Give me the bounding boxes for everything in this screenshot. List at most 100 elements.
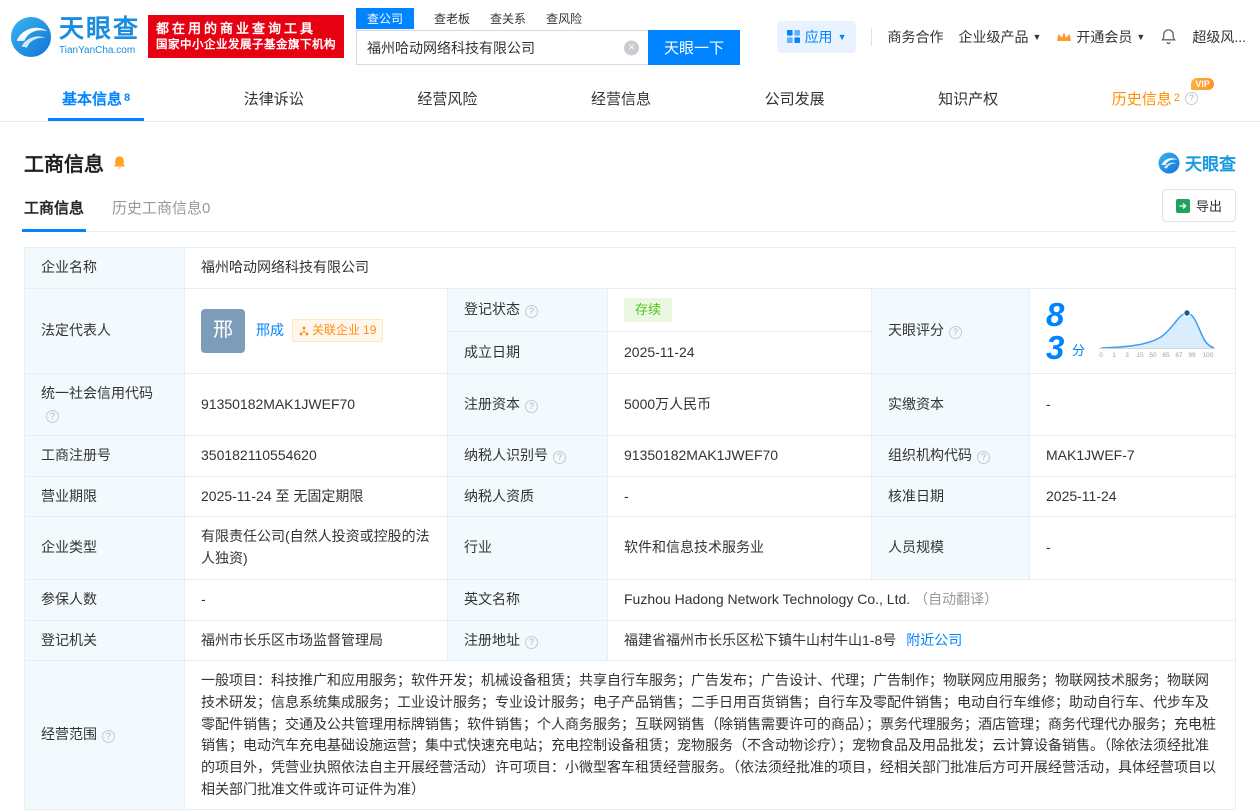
subtab-business-info[interactable]: 工商信息 bbox=[24, 197, 84, 218]
help-icon[interactable] bbox=[46, 410, 59, 423]
notice-bell-icon[interactable] bbox=[112, 155, 127, 170]
approval-date-label: 核准日期 bbox=[872, 476, 1030, 517]
slogan-badge: 都在用的商业查询工具 国家中小企业发展子基金旗下机构 bbox=[148, 15, 344, 58]
est-date-label: 成立日期 bbox=[448, 332, 608, 373]
brand-name: 天眼查 bbox=[59, 17, 140, 42]
table-row: 营业期限 2025-11-24 至 无固定期限 纳税人资质 - 核准日期 202… bbox=[25, 476, 1236, 517]
svg-text:99: 99 bbox=[1188, 352, 1196, 359]
reg-authority-value: 福州市长乐区市场监督管理局 bbox=[185, 620, 448, 661]
search-tab-relation[interactable]: 查关系 bbox=[490, 10, 526, 27]
svg-text:87: 87 bbox=[1175, 352, 1183, 359]
taxpayer-id-value: 91350182MAK1JWEF70 bbox=[608, 436, 872, 477]
export-button[interactable]: 导出 bbox=[1162, 189, 1236, 222]
staff-size-label: 人员规模 bbox=[872, 517, 1030, 579]
svg-text:15: 15 bbox=[1136, 352, 1144, 359]
chevron-down-icon: ▼ bbox=[838, 32, 847, 42]
search-input[interactable] bbox=[356, 30, 648, 65]
tab-legal-litigation[interactable]: 法律诉讼 bbox=[244, 75, 304, 121]
legal-rep-label: 法定代表人 bbox=[25, 288, 185, 373]
tab-basic-info-count: 8 bbox=[124, 92, 130, 104]
legal-rep-avatar[interactable]: 邢 bbox=[201, 309, 245, 353]
search-tab-company[interactable]: 查公司 bbox=[356, 8, 414, 29]
subtab-history-business-info[interactable]: 历史工商信息0 bbox=[112, 197, 210, 218]
score-value: 83 bbox=[1046, 298, 1068, 364]
help-icon[interactable] bbox=[977, 451, 990, 464]
nearby-companies-link[interactable]: 附近公司 bbox=[906, 632, 962, 648]
logo-text: 天眼查 TianYanCha.com bbox=[59, 17, 140, 56]
insured-count-label: 参保人数 bbox=[25, 579, 185, 620]
legal-rep-name-link[interactable]: 邢成 bbox=[256, 320, 284, 342]
link-enterprise-products[interactable]: 企业级产品 ▼ bbox=[958, 27, 1041, 47]
tianyancha-logo[interactable]: 天眼查 TianYanCha.com bbox=[10, 16, 140, 58]
link-open-membership[interactable]: 开通会员 ▼ bbox=[1056, 27, 1145, 47]
tab-basic-info-label: 基本信息 bbox=[62, 88, 122, 109]
related-companies-badge[interactable]: 关联企业 19 bbox=[292, 319, 383, 342]
tab-operation-info[interactable]: 经营信息 bbox=[591, 75, 651, 121]
tab-intellectual-property[interactable]: 知识产权 bbox=[938, 75, 998, 121]
business-term-label: 营业期限 bbox=[25, 476, 185, 517]
reg-status-cell: 存续 bbox=[608, 288, 872, 332]
related-companies-count: 19 bbox=[363, 321, 376, 340]
search-tab-boss[interactable]: 查老板 bbox=[434, 10, 470, 27]
help-icon[interactable] bbox=[1185, 92, 1198, 105]
search-tab-risk[interactable]: 查风险 bbox=[546, 10, 582, 27]
super-risk-label: 超级风... bbox=[1192, 27, 1246, 47]
search-area: 查公司 查老板 查关系 查风险 × 天眼一下 bbox=[356, 8, 740, 65]
help-icon[interactable] bbox=[102, 730, 115, 743]
svg-text:100: 100 bbox=[1203, 352, 1214, 359]
status-badge: 存续 bbox=[624, 298, 672, 322]
slogan-line1: 都在用的商业查询工具 bbox=[156, 20, 336, 37]
help-icon[interactable] bbox=[553, 451, 566, 464]
apps-grid-icon bbox=[787, 30, 800, 43]
tab-history-info-count: 2 bbox=[1174, 92, 1180, 104]
watermark-label: 天眼查 bbox=[1185, 150, 1236, 175]
tab-company-development[interactable]: 公司发展 bbox=[765, 75, 825, 121]
reg-address-value: 福建省福州市长乐区松下镇牛山村牛山1-8号附近公司 bbox=[608, 620, 1236, 661]
apps-label: 应用 bbox=[805, 27, 833, 47]
network-icon bbox=[299, 326, 309, 336]
svg-text:1: 1 bbox=[1112, 352, 1116, 359]
reg-capital-label: 注册资本 bbox=[448, 373, 608, 435]
english-name-label: 英文名称 bbox=[448, 579, 608, 620]
apps-menu[interactable]: 应用 ▼ bbox=[777, 21, 857, 53]
org-code-label: 组织机构代码 bbox=[872, 436, 1030, 477]
tab-basic-info[interactable]: 基本信息 8 bbox=[62, 75, 130, 121]
tab-company-development-label: 公司发展 bbox=[765, 88, 825, 109]
subtab-row: 工商信息 历史工商信息0 导出 bbox=[24, 197, 1236, 232]
table-row: 登记机关 福州市长乐区市场监督管理局 注册地址 福建省福州市长乐区松下镇牛山村牛… bbox=[25, 620, 1236, 661]
est-date-value: 2025-11-24 bbox=[608, 332, 872, 373]
brand-domain: TianYanCha.com bbox=[59, 45, 140, 56]
main-content: 工商信息 天眼查 工商信息 历史工商信息0 bbox=[0, 122, 1260, 810]
help-icon[interactable] bbox=[525, 305, 538, 318]
help-icon[interactable] bbox=[525, 400, 538, 413]
tab-operation-risk[interactable]: 经营风险 bbox=[417, 75, 477, 121]
slogan-line2: 国家中小企业发展子基金旗下机构 bbox=[156, 37, 336, 53]
clear-icon[interactable]: × bbox=[624, 40, 639, 55]
link-super-risk[interactable]: 超级风... bbox=[1192, 27, 1246, 47]
company-name-label: 企业名称 bbox=[25, 248, 185, 289]
link-business-coop[interactable]: 商务合作 bbox=[887, 27, 943, 47]
taxpayer-quality-label: 纳税人资质 bbox=[448, 476, 608, 517]
reg-status-label: 登记状态 bbox=[448, 288, 608, 332]
reg-capital-value: 5000万人民币 bbox=[608, 373, 872, 435]
table-row: 经营范围 一般项目：科技推广和应用服务；软件开发；机械设备租赁；共享自行车服务；… bbox=[25, 661, 1236, 810]
export-icon bbox=[1176, 199, 1190, 213]
table-row: 法定代表人 邢 邢成 关联企业 bbox=[25, 288, 1236, 332]
crown-icon bbox=[1056, 31, 1072, 43]
tab-history-info[interactable]: VIP 历史信息 2 bbox=[1112, 75, 1198, 121]
search-tabs: 查公司 查老板 查关系 查风险 bbox=[356, 8, 740, 29]
divider bbox=[871, 28, 872, 46]
help-icon[interactable] bbox=[525, 636, 538, 649]
tab-intellectual-property-label: 知识产权 bbox=[938, 88, 998, 109]
tab-operation-risk-label: 经营风险 bbox=[417, 88, 477, 109]
help-icon[interactable] bbox=[949, 326, 962, 339]
svg-text:50: 50 bbox=[1149, 352, 1157, 359]
search-button[interactable]: 天眼一下 bbox=[648, 30, 740, 65]
table-row: 工商注册号 350182110554620 纳税人识别号 91350182MAK… bbox=[25, 436, 1236, 477]
svg-text:3: 3 bbox=[1125, 352, 1129, 359]
header-links: 应用 ▼ 商务合作 企业级产品 ▼ 开通会员 ▼ 超级风... bbox=[777, 21, 1246, 53]
notification-bell[interactable] bbox=[1160, 28, 1177, 45]
score-unit: 分 bbox=[1072, 341, 1085, 361]
company-type-label: 企业类型 bbox=[25, 517, 185, 579]
chevron-down-icon: ▼ bbox=[1032, 32, 1041, 42]
